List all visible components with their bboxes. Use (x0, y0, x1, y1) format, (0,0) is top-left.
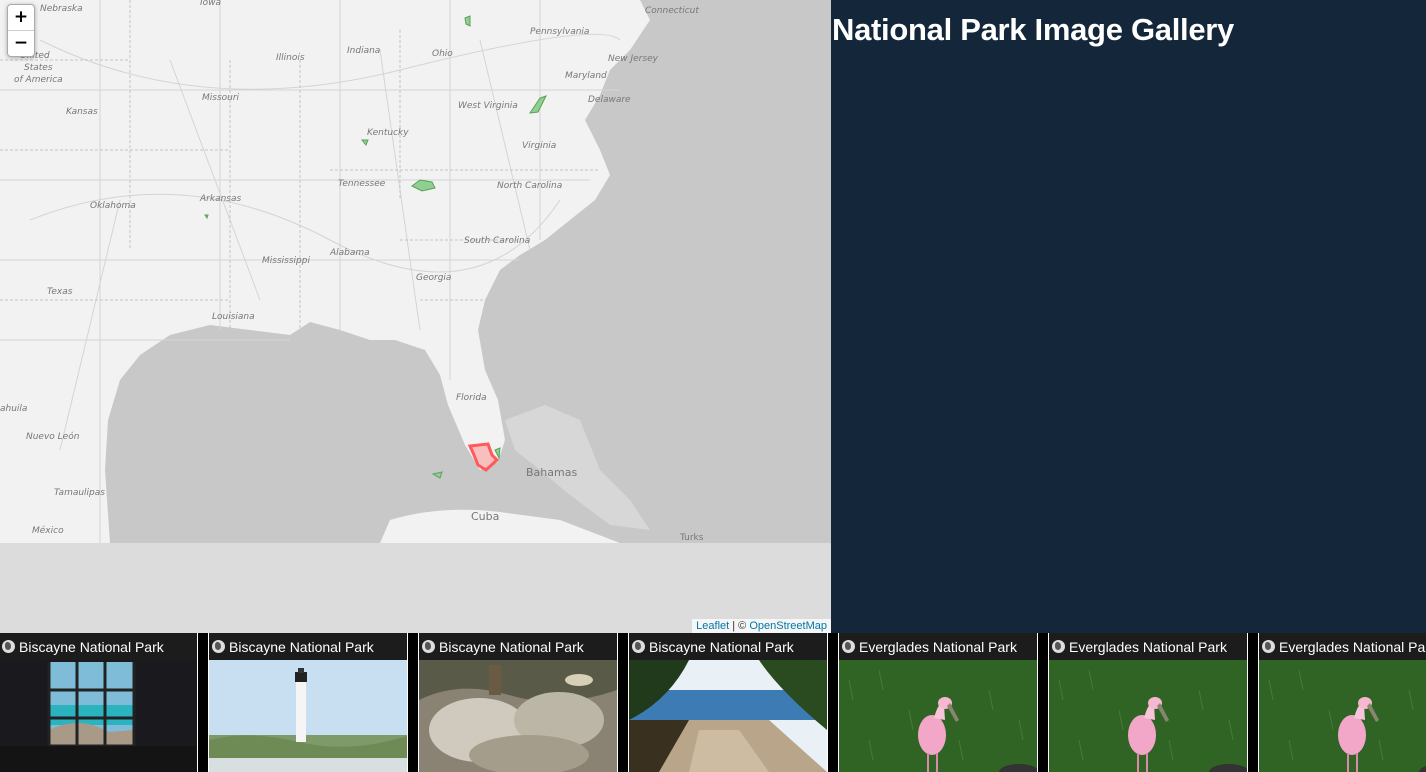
map-label: States (24, 63, 53, 73)
thumb-image (629, 660, 827, 772)
gallery-thumb[interactable]: Biscayne National Park (628, 633, 828, 772)
thumb-caption: Everglades National Park (1259, 633, 1426, 660)
map-label: Kentucky (367, 128, 409, 138)
map-label: Illinois (276, 53, 305, 63)
map-label: North Carolina (497, 181, 562, 191)
map-label: ahuila (0, 404, 27, 414)
thumb-caption-text: Biscayne National Park (229, 639, 374, 655)
globe-icon (422, 640, 435, 653)
map-label: of America (14, 75, 63, 85)
image-strip[interactable]: Biscayne National Park Biscayne National … (0, 633, 1426, 772)
map-label: Alabama (329, 248, 370, 258)
map-label: West Virginia (458, 101, 518, 111)
thumb-image (1259, 660, 1426, 772)
map-label: Connecticut (645, 6, 699, 16)
thumb-caption: Biscayne National Park (419, 633, 617, 660)
gallery-thumb[interactable]: Everglades National Park (1048, 633, 1248, 772)
map-label: Kansas (66, 107, 98, 117)
openstreetmap-link[interactable]: OpenStreetMap (749, 620, 827, 632)
map-label: Oklahoma (90, 201, 136, 211)
thumb-caption: Biscayne National Park (0, 633, 197, 660)
map-label: South Carolina (464, 236, 530, 246)
map-label: México (32, 525, 64, 536)
map-label: Mississippi (262, 256, 310, 266)
map-label: Bahamas (526, 466, 577, 479)
map-label: Ohio (432, 49, 453, 59)
map-label: Nuevo León (26, 431, 80, 442)
thumb-caption: Everglades National Park (839, 633, 1037, 660)
map-label: Texas (47, 287, 73, 297)
thumb-caption-text: Everglades National Park (859, 639, 1017, 655)
map-label: Nebraska (40, 4, 83, 14)
gallery-thumb[interactable]: Biscayne National Park (208, 633, 408, 772)
thumb-image (209, 660, 407, 772)
map-label: Tamaulipas (54, 488, 105, 498)
map-label: Delaware (588, 95, 631, 105)
map-label: Florida (456, 393, 487, 403)
thumb-image (419, 660, 617, 772)
map-label: Tennessee (338, 179, 386, 189)
attribution-separator: | © (729, 620, 750, 632)
map-label: Turks (679, 533, 704, 543)
map-label: Cuba (471, 510, 499, 523)
globe-icon (842, 640, 855, 653)
thumb-image (0, 660, 197, 772)
gallery-thumb[interactable]: Everglades National Park (838, 633, 1038, 772)
gallery-thumb[interactable]: Biscayne National Park (0, 633, 198, 772)
zoom-control: + − (7, 4, 35, 57)
thumb-caption: Biscayne National Park (209, 633, 407, 660)
zoom-out-button[interactable]: − (8, 30, 34, 56)
thumb-caption-text: Biscayne National Park (439, 639, 584, 655)
globe-icon (1262, 640, 1275, 653)
gallery-panel: National Park Image Gallery (831, 0, 1426, 633)
globe-icon (212, 640, 225, 653)
thumb-caption-text: Everglades National Park (1279, 639, 1426, 655)
map[interactable]: Nebraska Iowa Connecticut Pennsylvania New J… (0, 0, 831, 633)
thumb-caption-text: Everglades National Park (1069, 639, 1227, 655)
map-attribution: Leaflet | © OpenStreetMap (692, 619, 831, 633)
globe-icon (1052, 640, 1065, 653)
thumb-image (1049, 660, 1247, 772)
thumb-caption-text: Biscayne National Park (19, 639, 164, 655)
thumb-image (839, 660, 1037, 772)
map-label: Iowa (200, 0, 221, 8)
globe-icon (632, 640, 645, 653)
thumb-caption-text: Biscayne National Park (649, 639, 794, 655)
map-label: Maryland (565, 71, 607, 81)
leaflet-link[interactable]: Leaflet (696, 620, 729, 632)
gallery-thumb[interactable]: Everglades National Park (1258, 633, 1426, 772)
gallery-thumb[interactable]: Biscayne National Park (418, 633, 618, 772)
page-title: National Park Image Gallery (832, 12, 1234, 47)
map-label: Louisiana (212, 312, 255, 322)
map-label: Missouri (202, 93, 240, 103)
map-label: Indiana (347, 46, 380, 56)
globe-icon (2, 640, 15, 653)
map-label: Arkansas (199, 194, 241, 204)
map-label: Pennsylvania (530, 27, 589, 37)
map-labels: Nebraska Iowa Connecticut Pennsylvania New J… (0, 0, 704, 543)
map-label: Virginia (522, 141, 556, 151)
zoom-in-button[interactable]: + (8, 5, 34, 30)
map-label: Georgia (416, 273, 451, 283)
thumb-caption: Everglades National Park (1049, 633, 1247, 660)
thumb-caption: Biscayne National Park (629, 633, 827, 660)
map-label: New Jersey (608, 54, 659, 64)
